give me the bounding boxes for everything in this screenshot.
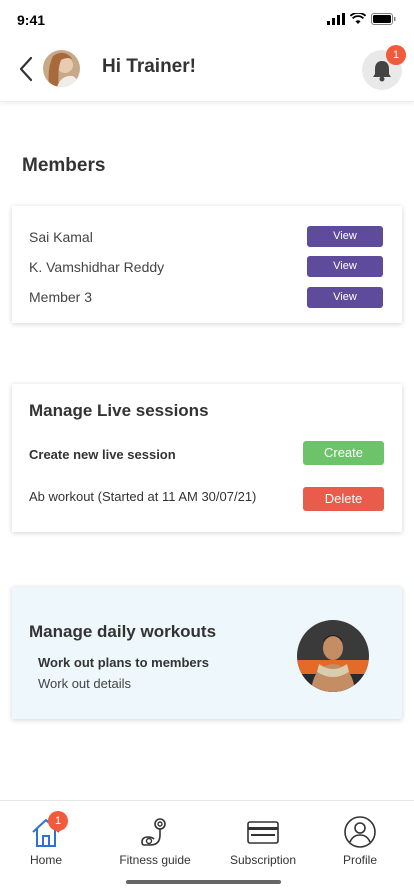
live-sessions-heading: Manage Live sessions xyxy=(29,401,209,420)
status-bar: 9:41 xyxy=(0,0,414,40)
profile-icon xyxy=(344,816,376,848)
member-name: K. Vamshidhar Reddy xyxy=(29,259,165,275)
nav-home-badge: 1 xyxy=(48,811,68,831)
member-name: Sai Kamal xyxy=(29,229,93,245)
fitness-icon xyxy=(141,818,166,846)
delete-session-button[interactable]: Delete xyxy=(303,487,384,511)
status-icons xyxy=(327,13,396,25)
member-name: Member 3 xyxy=(29,289,93,305)
notification-badge: 1 xyxy=(386,45,406,65)
status-time: 9:41 xyxy=(17,12,46,28)
view-member-button[interactable]: View xyxy=(307,287,383,308)
chevron-left-icon xyxy=(19,56,33,82)
nav-fitness-guide[interactable]: Fitness guide xyxy=(105,801,205,881)
view-member-button[interactable]: View xyxy=(307,226,383,247)
nav-profile[interactable]: Profile xyxy=(310,801,410,881)
view-member-button[interactable]: View xyxy=(307,256,383,277)
workout-details-link[interactable]: Work out details xyxy=(38,676,131,691)
nav-label: Fitness guide xyxy=(119,853,191,867)
page-title: Hi Trainer! xyxy=(102,56,196,77)
nav-label: Home xyxy=(29,853,62,867)
active-session-label: Ab workout (Started at 11 AM 30/07/21) xyxy=(29,489,257,504)
trainer-avatar xyxy=(43,50,80,87)
members-card: Sai Kamal View K. Vamshidhar Reddy View … xyxy=(12,206,402,323)
nav-label: Subscription xyxy=(229,853,297,867)
battery-icon xyxy=(371,13,396,25)
create-session-button[interactable]: Create xyxy=(303,441,384,465)
nav-subscription[interactable]: Subscription xyxy=(213,801,313,881)
back-button[interactable] xyxy=(18,56,36,82)
daily-workouts-heading: Manage daily workouts xyxy=(29,622,217,641)
avatar-image xyxy=(43,50,80,87)
live-sessions-card: Manage Live sessions Create new live ses… xyxy=(12,384,402,532)
nav-home[interactable]: Home 1 xyxy=(0,801,96,881)
home-indicator xyxy=(126,880,281,884)
members-heading: Members xyxy=(22,155,106,176)
workout-trainer-image xyxy=(297,620,369,692)
nav-label: Profile xyxy=(342,853,377,867)
wifi-icon xyxy=(350,13,366,24)
signal-icon xyxy=(327,13,345,25)
create-session-label: Create new live session xyxy=(29,447,176,462)
workout-plans-label: Work out plans to members xyxy=(38,655,209,670)
trainer-photo xyxy=(297,620,369,692)
daily-workouts-card[interactable]: Manage daily workouts Work out plans to … xyxy=(12,587,402,719)
app-header: Hi Trainer! 1 xyxy=(0,40,414,102)
card-icon xyxy=(247,821,279,844)
